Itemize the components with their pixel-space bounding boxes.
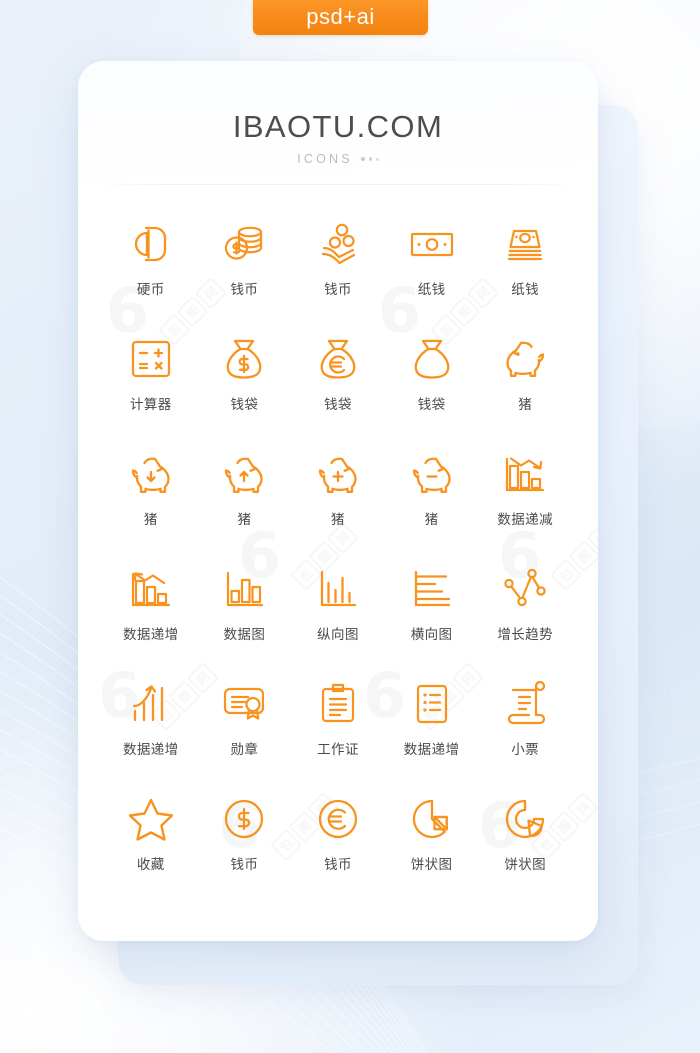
icon-cell[interactable]: 勋章 <box>198 667 292 780</box>
piggy-deposit-down-icon[interactable] <box>123 446 179 502</box>
growth-trend-icon[interactable] <box>497 561 553 617</box>
icon-label: 小票 <box>511 742 540 758</box>
icon-cell[interactable]: 计算器 <box>104 322 198 435</box>
money-bag-euro-icon[interactable] <box>310 331 366 387</box>
icon-label: 收藏 <box>136 857 165 873</box>
page-title: IBAOTU.COM <box>232 109 444 144</box>
chart-decrease-icon[interactable] <box>497 446 553 502</box>
icon-label: 钱币 <box>230 857 259 873</box>
card-header: IBAOTU.COM ICONS <box>78 61 598 185</box>
icon-cell[interactable]: 增长趋势 <box>478 552 572 665</box>
icon-cell[interactable]: 钱袋 <box>385 322 479 435</box>
icon-label: 饼状图 <box>504 857 547 873</box>
psd-ai-badge: psd+ai <box>253 0 428 35</box>
icon-cell[interactable]: 猪 <box>198 437 292 550</box>
calculator-icon[interactable] <box>123 331 179 387</box>
medal-certificate-icon[interactable] <box>216 676 272 732</box>
icon-label: 猪 <box>237 512 252 528</box>
icon-label: 增长趋势 <box>497 627 553 643</box>
icon-cell[interactable]: 数据递增 <box>385 667 479 780</box>
icon-label: 钱币 <box>230 282 259 298</box>
icon-cell[interactable]: 饼状图 <box>385 782 479 895</box>
icon-cell[interactable]: 数据图 <box>198 552 292 665</box>
icon-label: 纸钱 <box>417 282 446 298</box>
icon-label: 数据递增 <box>122 742 179 758</box>
vertical-chart-icon[interactable] <box>310 561 366 617</box>
piggy-add-plus-icon[interactable] <box>310 446 366 502</box>
pig-right-icon[interactable] <box>497 331 553 387</box>
icon-label: 计算器 <box>129 397 172 413</box>
icon-set-card: 6 包 图 网 6 包 图 网 6 包 图 网 6 包 图 网 6 包 图 网 … <box>78 61 598 941</box>
coin-euro-icon[interactable] <box>310 791 366 847</box>
banknote-stack-icon[interactable] <box>497 216 553 272</box>
icon-label: 钱袋 <box>230 397 259 413</box>
icon-cell[interactable]: 钱袋 <box>291 322 385 435</box>
icon-label: 钱币 <box>324 857 352 873</box>
icon-cell[interactable]: 钱币 <box>198 207 292 320</box>
coin-dollar-icon[interactable] <box>216 791 272 847</box>
icon-cell[interactable]: 猪 <box>478 322 572 435</box>
icon-label: 钱币 <box>324 282 352 298</box>
banknote-icon[interactable] <box>404 216 460 272</box>
icon-label: 工作证 <box>317 742 359 758</box>
icon-label: 硬币 <box>136 282 165 298</box>
three-dots-icon <box>360 156 379 162</box>
icon-cell[interactable]: 数据递增 <box>104 667 198 780</box>
icon-cell[interactable]: 纸钱 <box>385 207 479 320</box>
icon-label: 横向图 <box>410 627 453 643</box>
icon-grid: 硬币 钱币 钱币 纸钱 纸钱 计算器 钱袋 钱袋 钱袋 猪 猪 猪 猪 猪 数据… <box>78 185 598 895</box>
icon-label: 钱袋 <box>324 397 352 413</box>
icon-cell[interactable]: 钱币 <box>291 207 385 320</box>
icon-cell[interactable]: 横向图 <box>385 552 479 665</box>
icon-label: 饼状图 <box>410 857 453 873</box>
icon-label: 数据递减 <box>497 512 553 528</box>
icon-cell[interactable]: 钱币 <box>291 782 385 895</box>
icon-cell[interactable]: 饼状图 <box>478 782 572 895</box>
piggy-minus-icon[interactable] <box>404 446 460 502</box>
clipboard-badge-icon[interactable] <box>310 676 366 732</box>
icon-cell[interactable]: 猪 <box>104 437 198 550</box>
icon-cell[interactable]: 工作证 <box>291 667 385 780</box>
icon-cell[interactable]: 小票 <box>478 667 572 780</box>
icon-label: 数据图 <box>223 627 266 643</box>
icon-cell[interactable]: 收藏 <box>104 782 198 895</box>
page-subtitle: ICONS <box>297 152 353 166</box>
coin-slot-icon[interactable] <box>123 216 179 272</box>
icon-label: 数据递增 <box>122 627 179 643</box>
icon-cell[interactable]: 数据递增 <box>104 552 198 665</box>
pie-chart-slice-icon[interactable] <box>404 791 460 847</box>
icon-cell[interactable]: 纵向图 <box>291 552 385 665</box>
icon-label: 猪 <box>424 512 439 528</box>
icon-label: 猪 <box>143 512 158 528</box>
icon-label: 纵向图 <box>317 627 359 643</box>
icon-label: 纸钱 <box>511 282 540 298</box>
bar-chart-icon[interactable] <box>216 561 272 617</box>
icon-cell[interactable]: 硬币 <box>104 207 198 320</box>
money-bag-plain-icon[interactable] <box>404 331 460 387</box>
icon-label: 勋章 <box>230 742 259 758</box>
receipt-scroll-icon[interactable] <box>497 676 553 732</box>
icon-cell[interactable]: 钱币 <box>198 782 292 895</box>
money-bag-dollar-icon[interactable] <box>216 331 272 387</box>
icon-cell[interactable]: 猪 <box>385 437 479 550</box>
subtitle-row: ICONS <box>78 152 598 166</box>
horizontal-chart-icon[interactable] <box>404 561 460 617</box>
coins-hand-icon[interactable] <box>310 216 366 272</box>
list-document-icon[interactable] <box>404 676 460 732</box>
star-icon[interactable] <box>123 791 179 847</box>
icon-label: 钱袋 <box>417 397 446 413</box>
icon-cell[interactable]: 纸钱 <box>478 207 572 320</box>
coin-stack-dollar-icon[interactable] <box>216 216 272 272</box>
icon-cell[interactable]: 猪 <box>291 437 385 550</box>
icon-label: 猪 <box>331 512 345 528</box>
growth-bars-arrow-icon[interactable] <box>123 676 179 732</box>
pie-chart-donut-icon[interactable] <box>497 791 553 847</box>
icon-label: 猪 <box>518 397 533 413</box>
icon-cell[interactable]: 数据递减 <box>478 437 572 550</box>
piggy-withdraw-up-icon[interactable] <box>216 446 272 502</box>
icon-cell[interactable]: 钱袋 <box>198 322 292 435</box>
icon-label: 数据递增 <box>403 742 460 758</box>
chart-increase-icon[interactable] <box>123 561 179 617</box>
